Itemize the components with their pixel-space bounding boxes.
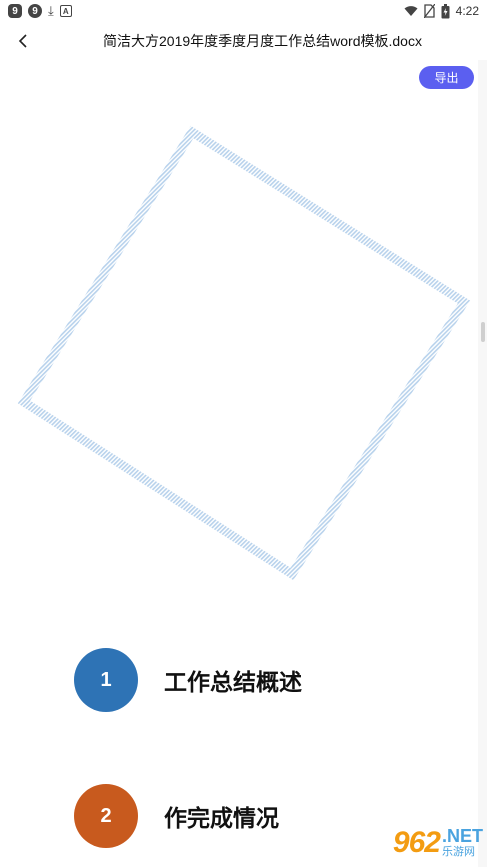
decorative-diamond-frame [17,125,471,581]
app-9-icon: 9 [8,4,22,18]
toc-item-text: 作完成情况 [164,805,279,831]
toc-number-badge: 2 [74,784,138,848]
wifi-icon [404,6,418,16]
document-viewer[interactable]: 1 工作总结概述 2 作完成情况 导出 [0,60,487,867]
document-page: 1 工作总结概述 2 作完成情况 [0,60,478,867]
battery-icon [441,3,450,18]
toc-number-badge: 1 [74,648,138,712]
notification-icons: 9 9 ⤓ A [8,3,72,19]
download-icon: ⤓ [48,3,54,18]
export-button[interactable]: 导出 [419,66,474,89]
toc-item-2: 2 作完成情况 [74,783,279,849]
a-notification-icon: A [59,5,72,17]
no-sim-icon [423,4,435,18]
toc-item-1: 1 工作总结概述 [74,647,302,713]
app-9-round-icon: 9 [28,4,42,18]
toc-item-text: 工作总结概述 [164,669,302,695]
back-button[interactable] [8,26,38,56]
scrollbar-thumb[interactable] [481,322,485,342]
chevron-left-icon [18,34,27,48]
status-time: 4:22 [455,4,479,18]
document-title: 简洁大方2019年度季度月度工作总结word模板.docx [103,33,422,49]
system-icons: 4:22 [404,3,479,19]
title-bar: 简洁大方2019年度季度月度工作总结word模板.docx [0,22,487,60]
status-bar: 9 9 ⤓ A 4:22 [0,0,487,22]
